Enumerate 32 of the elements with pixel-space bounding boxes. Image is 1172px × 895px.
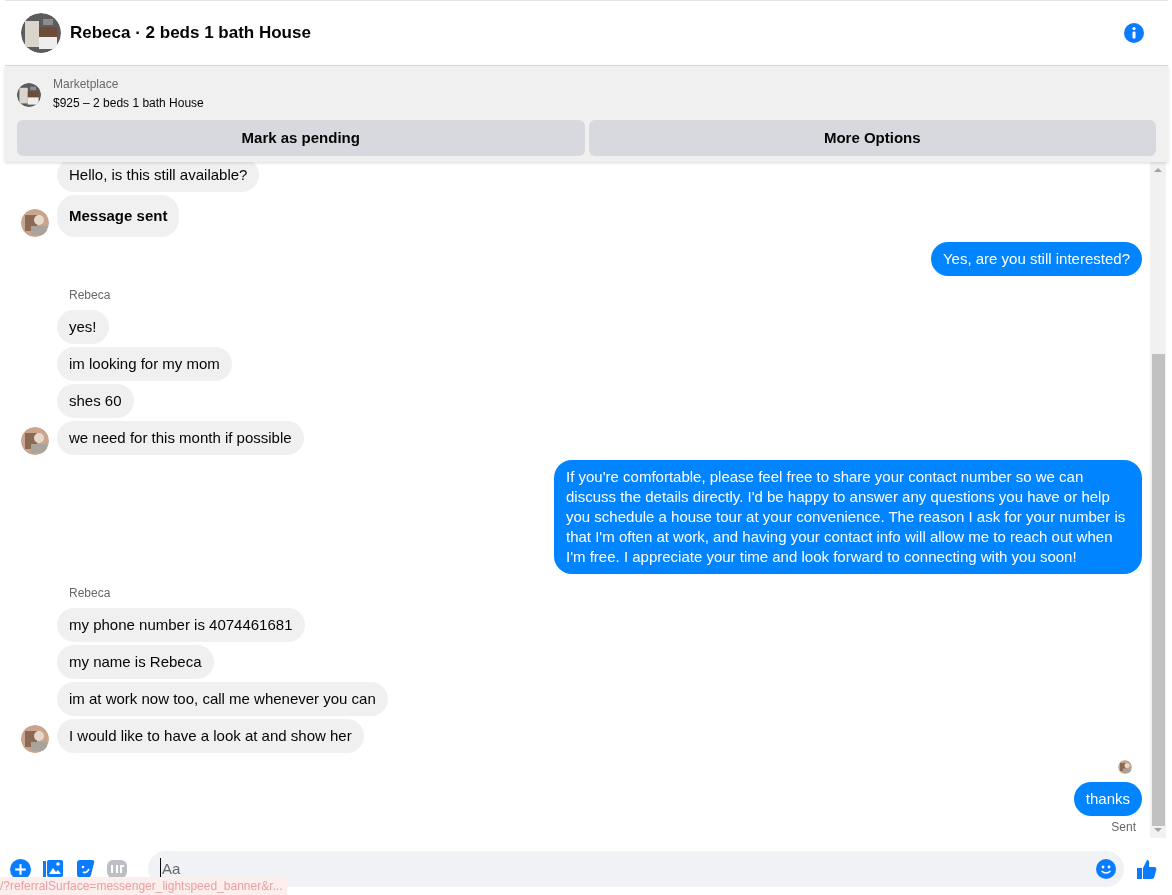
seen-avatar (1118, 760, 1132, 774)
thumbs-up-icon[interactable] (1136, 858, 1158, 880)
listing-title[interactable]: $925 – 2 beds 1 bath House (53, 92, 204, 114)
message-bubble: my phone number is 4074461681 (57, 608, 305, 642)
sent-status: Sent (1111, 819, 1136, 836)
message-bubble: Message sent (57, 195, 180, 237)
image-icon[interactable] (43, 859, 63, 879)
info-icon[interactable] (1124, 23, 1144, 43)
listing-source: Marketplace (53, 76, 120, 92)
emoji-icon[interactable] (1096, 859, 1116, 879)
avatar (21, 725, 49, 753)
message-bubble: If you're comfortable, please feel free to share your contact number so we can discuss the details directly. I'd be happy to answer any questions you have or help you schedule a house tour at your convenience. The reason I ask for your number is that I'm often at work, and having your contact info will allow me to reach out when I'm free. I appreciate your time and look forward to connecting with you soon! (554, 460, 1142, 574)
listing-thumbnail (17, 83, 41, 107)
message-bubble: yes! (57, 310, 109, 344)
message-bubble: we need for this month if possible (57, 421, 304, 455)
message-bubble: Yes, are you still interested? (930, 242, 1142, 276)
listing-button[interactable]: More Options (588, 120, 1156, 156)
message-bubble: shes 60 (57, 384, 134, 418)
scrollbar[interactable] (1150, 162, 1166, 838)
sender-name: Rebeca (69, 586, 111, 600)
listing-avatar (21, 13, 61, 53)
message-bubble: my name is Rebeca (57, 645, 214, 679)
avatar (21, 209, 49, 237)
chat-title: Rebeca · 2 beds 1 bath House (70, 22, 311, 45)
message-bubble: im looking for my mom (57, 347, 232, 381)
message-bubble: im at work now too, call me whenever you can (57, 682, 388, 716)
message-bubble: I would like to have a look at and show her (57, 719, 364, 753)
sender-name: Rebeca (69, 288, 111, 302)
message-bubble: thanks (1073, 782, 1142, 816)
avatar (21, 427, 49, 455)
listing-button[interactable]: Mark as pending (17, 120, 585, 156)
sticker-icon[interactable] (75, 859, 95, 879)
